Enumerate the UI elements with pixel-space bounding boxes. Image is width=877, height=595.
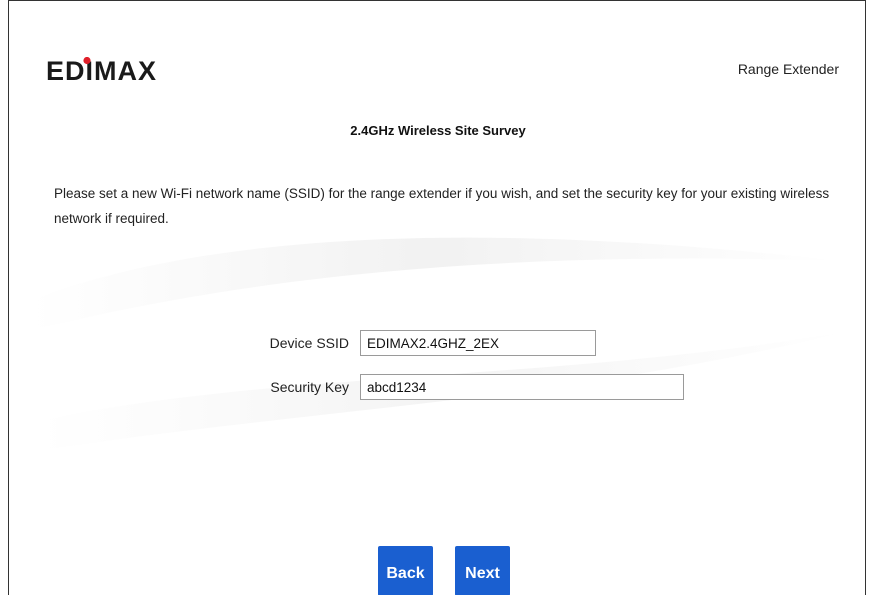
- device-ssid-input[interactable]: [360, 330, 596, 356]
- back-button[interactable]: Back: [378, 546, 433, 595]
- edimax-logo: EDIMAX: [46, 57, 157, 83]
- security-key-label: Security Key: [270, 379, 349, 395]
- security-key-input[interactable]: [360, 374, 684, 400]
- product-label: Range Extender: [737, 61, 839, 77]
- page-title: 2.4GHz Wireless Site Survey: [350, 123, 526, 138]
- instruction-text: Please set a new Wi-Fi network name (SSI…: [54, 186, 830, 226]
- device-ssid-label: Device SSID: [269, 335, 349, 351]
- setup-wizard-page: EDIMAX Range Extender 2.4GHz Wireless Si…: [8, 0, 866, 595]
- next-button[interactable]: Next: [455, 546, 510, 595]
- logo-dot-icon: [83, 57, 91, 65]
- background-swoosh: [29, 237, 849, 451]
- logo-wordmark: EDIMAX: [46, 57, 157, 83]
